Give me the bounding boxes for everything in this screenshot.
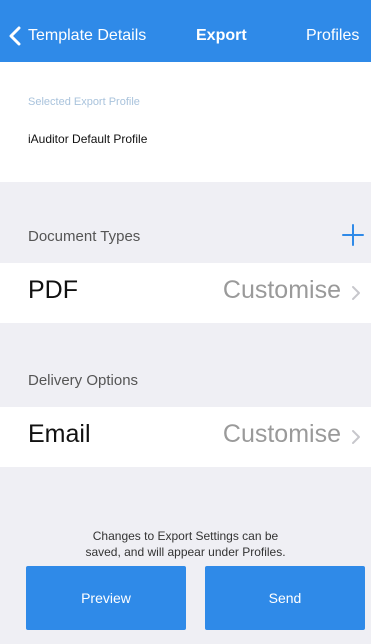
delivery-options-header: Delivery Options xyxy=(28,372,139,389)
document-type-row-pdf[interactable]: PDF Customise xyxy=(0,263,371,323)
plus-icon[interactable] xyxy=(340,222,366,248)
send-button[interactable]: Send xyxy=(205,566,365,630)
document-types-header: Document Types xyxy=(28,228,141,245)
chevron-right-icon xyxy=(352,286,360,300)
back-button[interactable]: Template Details xyxy=(8,24,146,48)
export-settings-note: Changes to Export Settings can be saved,… xyxy=(0,528,371,560)
navigation-bar: Template Details Export Profiles xyxy=(0,0,371,62)
back-button-label: Template Details xyxy=(28,27,147,44)
selected-profile-caption: Selected Export Profile xyxy=(28,96,140,108)
customise-email-button[interactable]: Customise xyxy=(223,420,341,449)
export-settings-note-line-2: saved, and will appear under Profiles. xyxy=(85,545,286,559)
chevron-left-icon xyxy=(9,26,21,46)
selected-profile-value: iAuditor Default Profile xyxy=(28,132,148,146)
customise-pdf-button[interactable]: Customise xyxy=(223,276,341,305)
page-title: Export xyxy=(196,27,247,44)
profiles-button[interactable]: Profiles xyxy=(306,27,359,45)
export-settings-note-line-1: Changes to Export Settings can be xyxy=(92,529,279,543)
chevron-right-icon xyxy=(352,430,360,444)
delivery-option-row-email[interactable]: Email Customise xyxy=(0,407,371,467)
preview-button[interactable]: Preview xyxy=(26,566,186,630)
selected-profile-section[interactable]: Selected Export Profile iAuditor Default… xyxy=(0,62,371,182)
delivery-option-label: Email xyxy=(28,420,91,448)
document-type-label: PDF xyxy=(28,276,78,304)
